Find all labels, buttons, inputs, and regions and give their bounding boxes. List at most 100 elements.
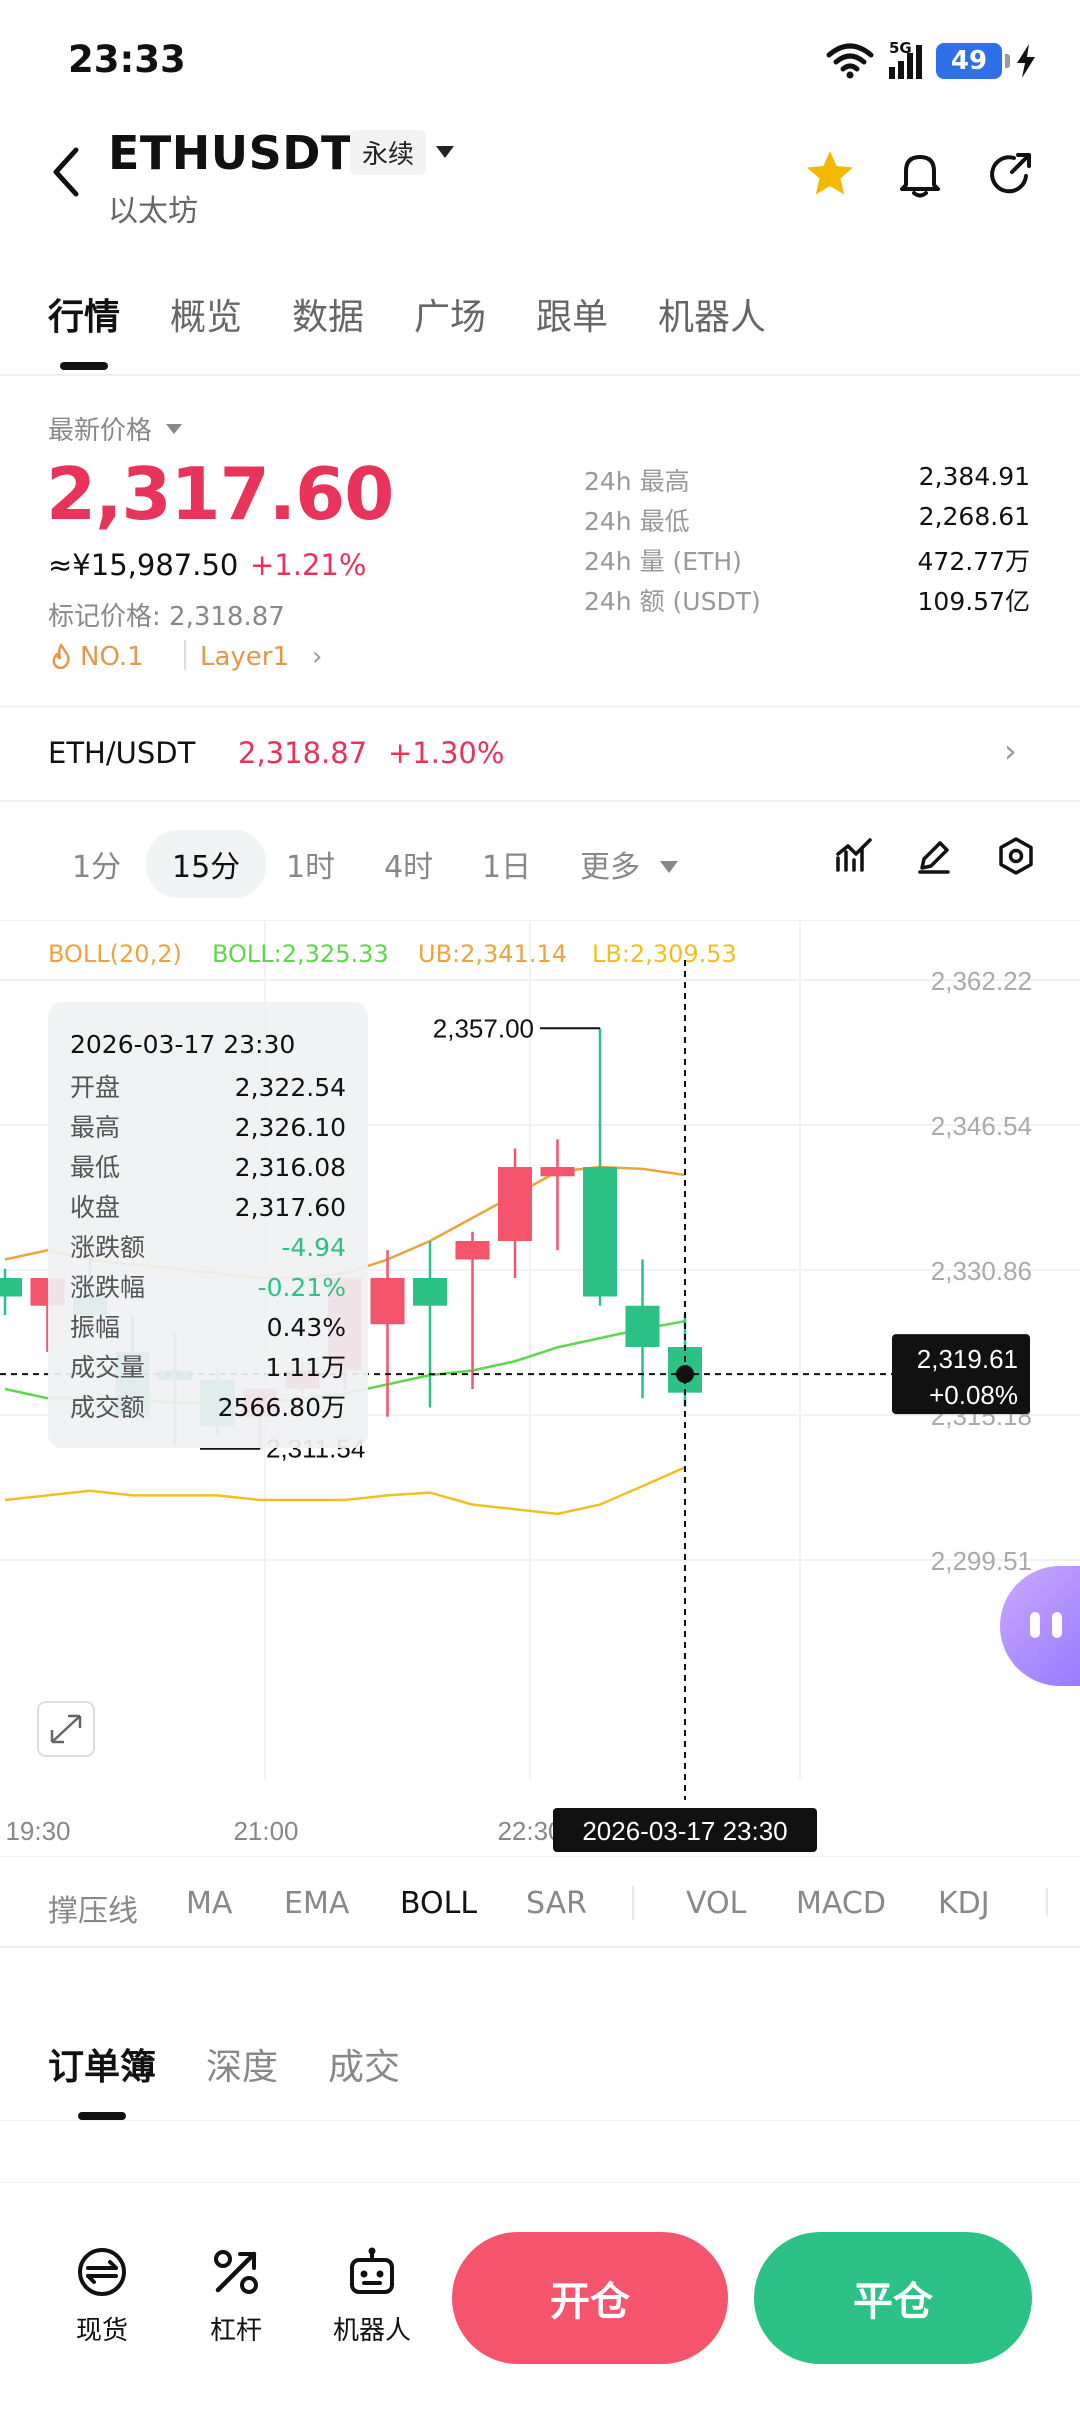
tooltip-row-label: 成交量 bbox=[70, 1353, 146, 1382]
change-percent: +1.21% bbox=[250, 548, 367, 582]
indicator-vol[interactable]: VOL bbox=[686, 1886, 746, 1921]
tooltip-row-label: 成交额 bbox=[70, 1393, 146, 1422]
interval-1m[interactable]: 1分 bbox=[72, 842, 121, 886]
indicator-settings-icon[interactable] bbox=[834, 836, 874, 876]
tooltip-row-value: -4.94 bbox=[281, 1233, 346, 1262]
latest-price-caret-icon[interactable] bbox=[166, 424, 182, 434]
back-arrow-icon[interactable] bbox=[44, 140, 88, 204]
chevron-right-icon[interactable]: › bbox=[312, 642, 322, 672]
pair-title[interactable]: ETHUSDT bbox=[108, 126, 353, 180]
rank-tag[interactable]: NO.1 bbox=[50, 642, 144, 672]
x-tick-label: 19:30 bbox=[5, 1816, 70, 1846]
stat-label: 24h 最高 bbox=[584, 467, 690, 496]
tooltip-row-value: 2,316.08 bbox=[234, 1153, 346, 1182]
robot-icon bbox=[350, 2247, 394, 2294]
mark-price: 标记价格: 2,318.87 bbox=[48, 602, 285, 632]
divider bbox=[0, 1856, 1080, 1857]
tooltip-row-label: 涨跌幅 bbox=[70, 1273, 146, 1302]
battery-level: 49 bbox=[950, 46, 988, 76]
assistant-eyes-icon bbox=[1030, 1612, 1040, 1638]
interval-more-label: 更多 bbox=[580, 850, 640, 885]
tab-underline bbox=[78, 2112, 126, 2120]
tab-market[interactable]: 行情 bbox=[48, 288, 120, 340]
share-icon[interactable] bbox=[984, 148, 1036, 200]
divider bbox=[0, 706, 1080, 707]
chevron-down-icon bbox=[659, 861, 678, 873]
tab-data[interactable]: 数据 bbox=[292, 288, 364, 340]
tab-bot[interactable]: 机器人 bbox=[658, 288, 766, 340]
battery-icon: 49 bbox=[936, 43, 1010, 79]
tooltip-row: 成交量 1.11万 bbox=[70, 1348, 346, 1388]
latest-price-label[interactable]: 最新价格 bbox=[48, 410, 152, 447]
stat-value: 2,268.61 bbox=[918, 502, 1030, 531]
divider bbox=[0, 374, 1080, 376]
indicator-macd[interactable]: MACD bbox=[796, 1886, 886, 1921]
candle-body bbox=[0, 1278, 22, 1297]
sector-tag[interactable]: Layer1 bbox=[200, 642, 289, 672]
indicator-boll[interactable]: BOLL bbox=[400, 1886, 477, 1921]
candle-body bbox=[583, 1167, 617, 1297]
candle-body bbox=[498, 1167, 532, 1242]
divider bbox=[0, 800, 1080, 802]
tooltip-row-value: 2566.80万 bbox=[217, 1393, 346, 1422]
crosshair-dot bbox=[676, 1365, 694, 1384]
interval-more[interactable]: 更多 bbox=[580, 842, 678, 886]
contract-type-badge[interactable]: 永续 bbox=[350, 130, 427, 175]
indicator-kdj[interactable]: KDJ bbox=[938, 1886, 990, 1921]
tooltip-row-value: 1.11万 bbox=[265, 1353, 346, 1382]
indicator-support-resistance[interactable]: 撑压线 bbox=[48, 1886, 138, 1930]
tab-copy-trade[interactable]: 跟单 bbox=[536, 288, 608, 340]
divider bbox=[0, 2120, 1080, 2121]
max-price-label: 2,357.00 bbox=[433, 1013, 534, 1043]
indicator-sar[interactable]: SAR bbox=[526, 1886, 587, 1921]
star-icon[interactable] bbox=[804, 148, 856, 200]
stat-value: 2,384.91 bbox=[918, 462, 1030, 491]
tab-overview[interactable]: 概览 bbox=[170, 288, 242, 340]
close-position-button[interactable]: 平仓 bbox=[754, 2232, 1032, 2364]
bell-icon[interactable] bbox=[894, 148, 946, 200]
candle-tooltip: 2026-03-17 23:30 开盘 2,322.54 最高 2,326.10 最低 2… bbox=[48, 1002, 368, 1448]
bottom-spot[interactable]: 现货 bbox=[52, 2244, 152, 2347]
indicator-ema[interactable]: EMA bbox=[284, 1886, 349, 1921]
charging-icon bbox=[1017, 44, 1035, 78]
x-tick-label: 21:00 bbox=[233, 1816, 298, 1846]
last-price: 2,317.60 bbox=[46, 452, 394, 536]
tab-square[interactable]: 广场 bbox=[414, 288, 486, 340]
open-position-button[interactable]: 开仓 bbox=[452, 2232, 728, 2364]
tab-orderbook[interactable]: 订单簿 bbox=[48, 2038, 156, 2090]
tooltip-row-value: 0.43% bbox=[266, 1313, 346, 1342]
spot-icon bbox=[78, 2248, 126, 2296]
tab-trades[interactable]: 成交 bbox=[328, 2038, 400, 2090]
stat-row: 24h 量 (ETH) 472.77万 bbox=[584, 542, 1030, 582]
stat-row: 24h 最高 2,384.91 bbox=[584, 462, 1030, 502]
divider bbox=[0, 1946, 1080, 1948]
stat-row: 24h 额 (USDT) 109.57亿 bbox=[584, 582, 1030, 622]
crosshair-change: +0.08% bbox=[929, 1380, 1018, 1410]
tooltip-row-label: 收盘 bbox=[70, 1193, 121, 1222]
x-tick-label: 22:30 bbox=[497, 1816, 562, 1846]
interval-15m[interactable]: 15分 bbox=[146, 830, 267, 898]
boll-lb: LB:2,309.53 bbox=[592, 940, 737, 968]
interval-1d[interactable]: 1日 bbox=[482, 842, 531, 886]
bottom-leverage[interactable]: 杠杆 bbox=[186, 2244, 286, 2347]
interval-4h[interactable]: 4时 bbox=[384, 842, 433, 886]
candle-body bbox=[625, 1305, 660, 1347]
boll-params: BOLL(20,2) bbox=[48, 940, 182, 968]
boll-lb-line bbox=[4, 1466, 686, 1516]
tooltip-row-label: 最低 bbox=[70, 1153, 121, 1182]
indicator-ma[interactable]: MA bbox=[186, 1886, 232, 1921]
pair-subtitle: 以太坊 bbox=[108, 194, 198, 229]
chart-settings-icon[interactable] bbox=[996, 836, 1036, 876]
wifi-icon bbox=[826, 43, 874, 79]
chevron-right-icon[interactable]: › bbox=[1004, 732, 1017, 770]
draw-pencil-icon[interactable] bbox=[914, 836, 954, 876]
stat-value: 472.77万 bbox=[917, 547, 1030, 576]
divider bbox=[1046, 1888, 1048, 1916]
bottom-robot[interactable]: 机器人 bbox=[322, 2244, 422, 2347]
contract-dropdown-caret-icon[interactable] bbox=[436, 146, 454, 158]
tooltip-row-label: 最高 bbox=[70, 1113, 121, 1142]
tooltip-row: 振幅 0.43% bbox=[70, 1308, 346, 1348]
tab-depth[interactable]: 深度 bbox=[206, 2038, 278, 2090]
index-pair-name[interactable]: ETH/USDT bbox=[48, 736, 195, 770]
interval-1h[interactable]: 1时 bbox=[286, 842, 335, 886]
